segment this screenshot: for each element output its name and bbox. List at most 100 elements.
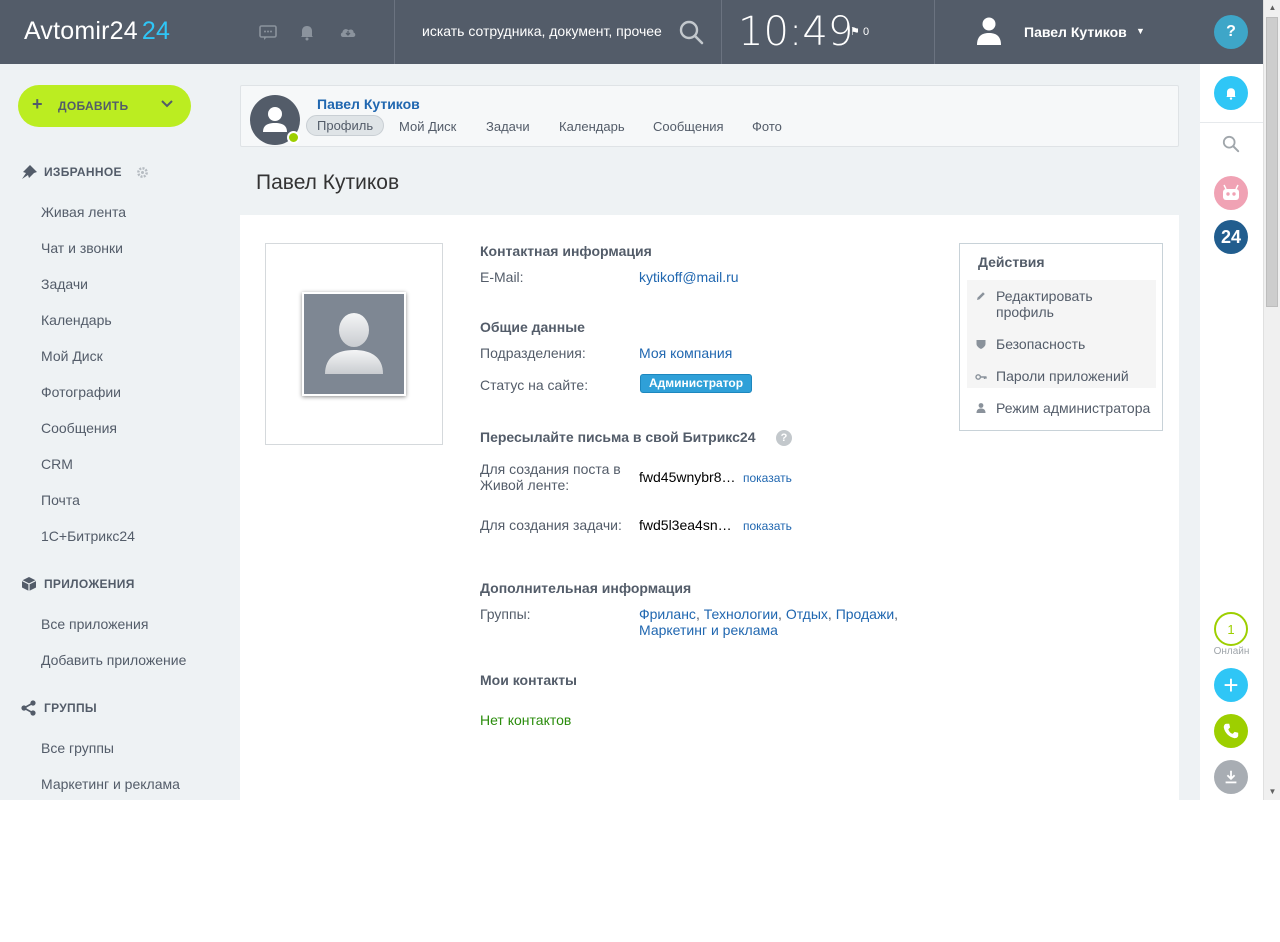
- user-avatar-icon[interactable]: [975, 16, 1003, 46]
- post-address-label: Для создания поста в Живой ленте:: [480, 461, 621, 493]
- department-link[interactable]: Моя компания: [639, 345, 732, 361]
- apps-title: ПРИЛОЖЕНИЯ: [44, 577, 135, 591]
- tab-calendar[interactable]: Календарь: [559, 119, 625, 134]
- sidebar-item-add-app[interactable]: Добавить приложение: [41, 652, 186, 668]
- tab-tasks[interactable]: Задачи: [486, 119, 530, 134]
- group-link[interactable]: Фриланс: [639, 606, 696, 622]
- online-status-dot: [287, 131, 300, 144]
- profile-tabbar: [240, 85, 1179, 147]
- sidebar-item-marketing[interactable]: Маркетинг и реклама: [41, 776, 180, 792]
- group-link[interactable]: Маркетинг и реклама: [639, 622, 778, 638]
- download-button[interactable]: [1214, 760, 1248, 794]
- email-link[interactable]: kytikoff@mail.ru: [639, 269, 739, 285]
- security-action[interactable]: Безопасность: [996, 336, 1085, 352]
- bitrix24-button[interactable]: 24: [1214, 220, 1248, 254]
- sidebar-item-disk[interactable]: Мой Диск: [41, 348, 103, 364]
- online-count: 1: [1227, 621, 1235, 637]
- tab-profile[interactable]: Профиль: [306, 115, 385, 136]
- scroll-thumb[interactable]: [1266, 17, 1278, 307]
- chevron-down-icon[interactable]: ▼: [1136, 26, 1145, 36]
- groups-title: ГРУППЫ: [44, 701, 97, 715]
- groups-header[interactable]: ГРУППЫ: [20, 700, 97, 716]
- page-scrollbar[interactable]: ▲ ▼: [1263, 0, 1280, 800]
- additional-info-title: Дополнительная информация: [480, 580, 692, 596]
- right-panel: ? 24 1 Онлайн +: [1200, 0, 1263, 800]
- plus-icon: +: [1223, 669, 1239, 700]
- sidebar-item-tasks[interactable]: Задачи: [41, 276, 88, 292]
- bell-icon[interactable]: [297, 22, 317, 42]
- group-link[interactable]: Продажи: [836, 606, 894, 622]
- group-link[interactable]: Технологии: [704, 606, 778, 622]
- search-icon: [1222, 135, 1240, 153]
- tab-disk[interactable]: Мой Диск: [399, 119, 456, 134]
- sidebar-item-crm[interactable]: CRM: [41, 456, 73, 472]
- sidebar-item-chat[interactable]: Чат и звонки: [41, 240, 123, 256]
- header-user-name[interactable]: Павел Кутиков: [1024, 24, 1127, 40]
- chat-icon[interactable]: [258, 22, 278, 42]
- cloud-icon[interactable]: [338, 22, 358, 42]
- robot-icon: [1223, 184, 1239, 200]
- search-input[interactable]: искать сотрудника, документ, прочее: [422, 23, 666, 39]
- flag-counter[interactable]: ⚑ 0: [850, 25, 869, 38]
- add-button[interactable]: + ДОБАВИТЬ: [18, 85, 191, 127]
- sidebar-item-all-groups[interactable]: Все группы: [41, 740, 114, 756]
- sidebar-item-photos[interactable]: Фотографии: [41, 384, 121, 400]
- scroll-up-arrow-icon[interactable]: ▲: [1265, 0, 1280, 16]
- search-icon[interactable]: [678, 19, 704, 45]
- user-silhouette-icon: [325, 313, 383, 374]
- pencil-icon: [977, 292, 985, 300]
- help-button[interactable]: ?: [1214, 15, 1248, 49]
- plus-icon: +: [32, 94, 43, 114]
- contact-info-title: Контактная информация: [480, 243, 652, 259]
- favorites-header[interactable]: ИЗБРАННОЕ: [20, 164, 149, 180]
- groups-label: Группы:: [480, 606, 531, 622]
- sidebar-item-feed[interactable]: Живая лента: [41, 204, 126, 220]
- sidebar-item-mail[interactable]: Почта: [41, 492, 80, 508]
- sidebar-item-1c[interactable]: 1С+Битрикс24: [41, 528, 135, 544]
- header-divider: [721, 0, 722, 64]
- notifications-button[interactable]: [1214, 76, 1248, 110]
- status-badge: Администратор: [640, 374, 753, 393]
- share-icon: [21, 700, 36, 716]
- key-icon: [975, 374, 987, 380]
- general-info-title: Общие данные: [480, 319, 585, 335]
- bot-button[interactable]: [1214, 176, 1248, 210]
- bitrix24-label: 24: [1220, 226, 1242, 247]
- gear-icon[interactable]: [136, 166, 149, 179]
- bell-icon: [1226, 88, 1236, 100]
- profile-photo[interactable]: [302, 292, 406, 396]
- help-icon[interactable]: ?: [776, 430, 792, 446]
- scroll-down-arrow-icon[interactable]: ▼: [1265, 784, 1280, 800]
- tab-messages[interactable]: Сообщения: [653, 119, 724, 134]
- sidebar-item-messages[interactable]: Сообщения: [41, 420, 117, 436]
- sidebar-item-calendar[interactable]: Календарь: [41, 312, 112, 328]
- call-button[interactable]: [1214, 714, 1248, 748]
- logo-text: Avtomir24: [24, 17, 138, 45]
- shield-icon: [976, 340, 986, 349]
- online-counter[interactable]: 1: [1214, 612, 1248, 646]
- clock[interactable]: 10:49: [738, 9, 853, 55]
- edit-profile-action[interactable]: Редактировать профиль: [996, 288, 1146, 320]
- sidebar-item-all-apps[interactable]: Все приложения: [41, 616, 148, 632]
- profile-name-link[interactable]: Павел Кутиков: [317, 96, 420, 112]
- logo[interactable]: Avtomir24 24: [24, 17, 170, 46]
- group-link[interactable]: Отдых: [786, 606, 828, 622]
- tab-photo[interactable]: Фото: [752, 119, 782, 134]
- add-chat-button[interactable]: +: [1214, 668, 1248, 702]
- admin-mode-action[interactable]: Режим администратора: [996, 400, 1150, 416]
- download-icon: [1225, 770, 1237, 784]
- cube-icon: [21, 577, 37, 591]
- show-task-address-link[interactable]: показать: [743, 519, 792, 533]
- help-label: ?: [1226, 23, 1236, 40]
- no-contacts-text: Нет контактов: [480, 712, 572, 728]
- page-title: Павел Кутиков: [256, 171, 400, 194]
- department-label: Подразделения:: [480, 345, 586, 361]
- apps-header[interactable]: ПРИЛОЖЕНИЯ: [20, 576, 135, 592]
- header-divider: [934, 0, 935, 64]
- favorites-title: ИЗБРАННОЕ: [44, 165, 122, 179]
- forward-mail-title: Пересылайте письма в свой Битрикс24: [480, 429, 756, 445]
- search-button[interactable]: [1214, 127, 1248, 161]
- online-label: Онлайн: [1213, 646, 1250, 657]
- app-passwords-action[interactable]: Пароли приложений: [996, 368, 1129, 384]
- show-post-address-link[interactable]: показать: [743, 471, 792, 485]
